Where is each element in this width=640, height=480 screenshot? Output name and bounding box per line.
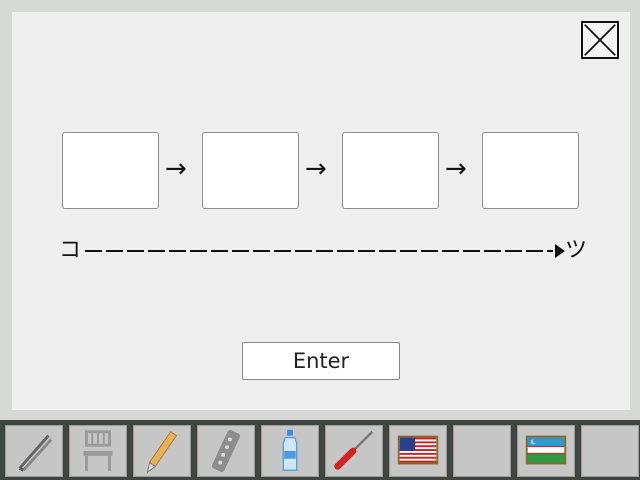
inventory-slot-5[interactable] (261, 425, 319, 477)
remote-control-icon (211, 429, 241, 473)
inventory-slot-1[interactable] (5, 425, 63, 477)
arrow-2: → (305, 154, 327, 184)
inventory-slot-9[interactable] (517, 425, 575, 477)
uzbekistan-flag-icon (525, 435, 567, 465)
inventory-slot-8-empty[interactable] (453, 425, 511, 477)
sequence-end-label: ツ (564, 238, 587, 263)
answer-slot-3[interactable] (342, 132, 439, 209)
arrow-1: → (165, 154, 187, 184)
us-flag-icon (397, 435, 439, 465)
enter-button[interactable]: Enter (242, 342, 400, 380)
inventory-slot-7[interactable] (389, 425, 447, 477)
utility-knife-icon (146, 431, 178, 474)
sequence-dashed-line (85, 250, 553, 252)
chair-icon (83, 430, 113, 472)
answer-slot-1[interactable] (62, 132, 159, 209)
tongs-icon (18, 434, 53, 472)
answer-slot-4[interactable] (482, 132, 579, 209)
inventory-slot-6[interactable] (325, 425, 383, 477)
inventory-slot-3[interactable] (133, 425, 191, 477)
screwdriver-icon (334, 430, 374, 470)
answer-slot-2[interactable] (202, 132, 299, 209)
sequence-hint: コ ツ (59, 236, 589, 266)
water-bottle-icon (282, 429, 298, 471)
inventory-bar (0, 420, 640, 480)
inventory-slot-4[interactable] (197, 425, 255, 477)
arrow-3: → (445, 154, 467, 184)
sequence-start-label: コ (59, 238, 82, 263)
close-icon[interactable] (581, 21, 619, 59)
sequence-arrowhead-icon (555, 244, 565, 258)
inventory-slot-10-empty[interactable] (581, 425, 639, 477)
inventory-slot-2[interactable] (69, 425, 127, 477)
